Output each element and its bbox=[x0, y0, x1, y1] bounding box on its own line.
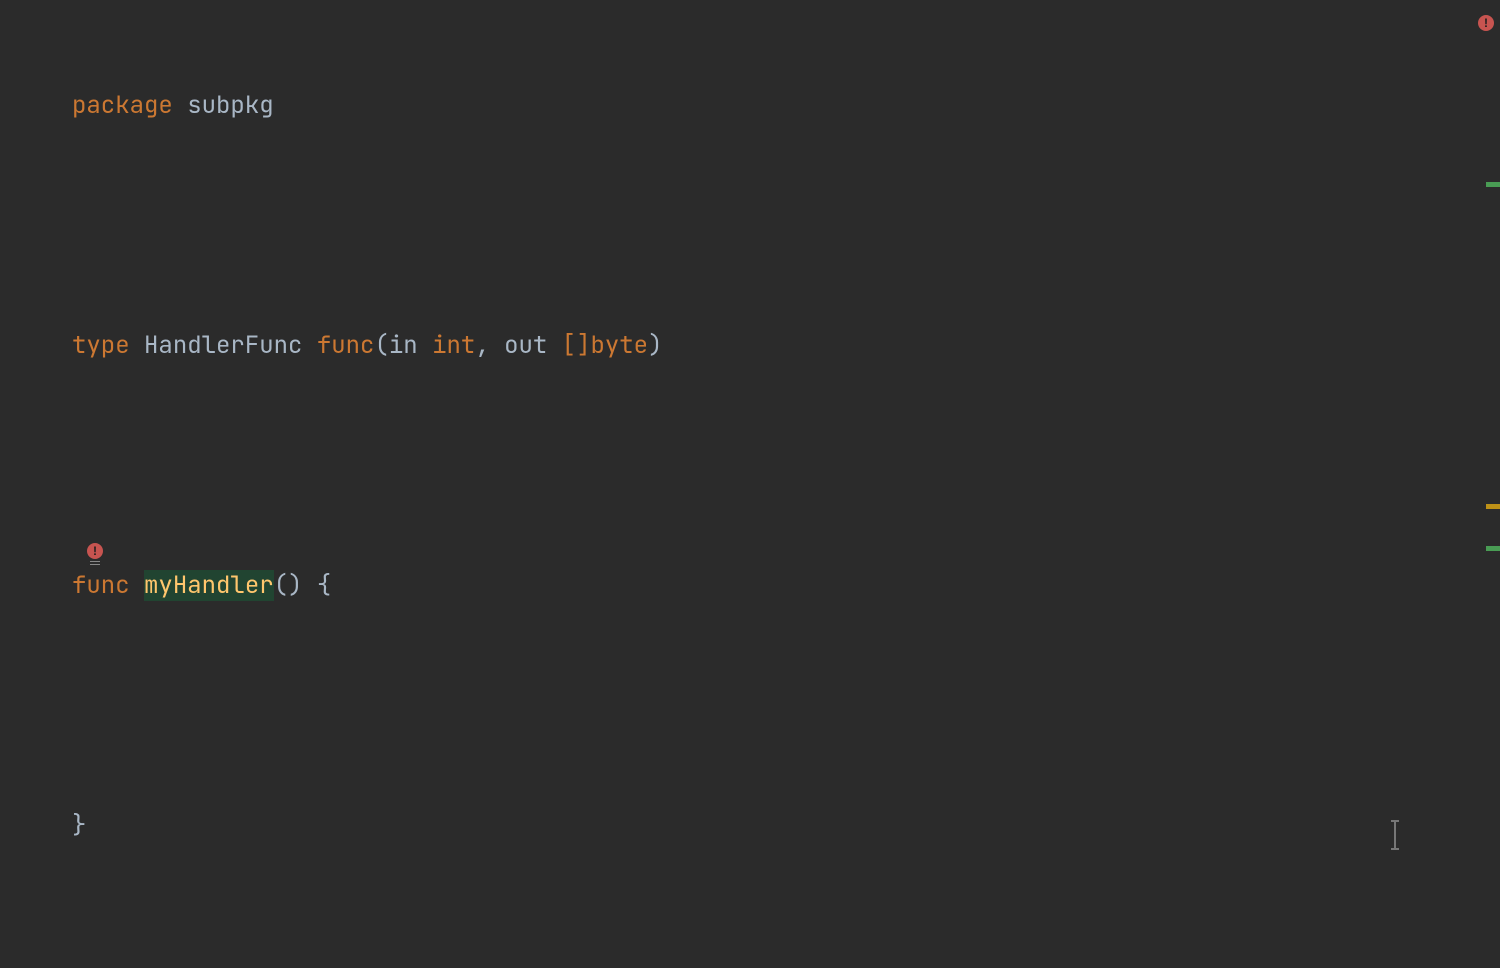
param: out bbox=[504, 330, 547, 361]
code-line[interactable] bbox=[72, 686, 1472, 726]
keyword: func bbox=[72, 570, 130, 601]
code-area[interactable]: package subpkg type HandlerFunc func(in … bbox=[72, 6, 1472, 968]
analysis-error-indicator[interactable] bbox=[1478, 4, 1494, 35]
editor-gutter[interactable] bbox=[0, 0, 72, 968]
builtin-type: int bbox=[432, 330, 475, 361]
marker-stripe[interactable] bbox=[1486, 546, 1500, 551]
code-editor[interactable]: package subpkg type HandlerFunc func(in … bbox=[0, 0, 1500, 968]
bulb-lines-icon bbox=[90, 561, 100, 565]
param: in bbox=[389, 330, 418, 361]
type-name: HandlerFunc bbox=[144, 330, 302, 361]
code-text: () { bbox=[274, 570, 332, 601]
keyword: package bbox=[72, 90, 173, 121]
marker-stripe[interactable] bbox=[1486, 504, 1500, 509]
identifier: subpkg bbox=[187, 90, 273, 121]
func-name: myHandler bbox=[144, 570, 274, 601]
code-line[interactable] bbox=[72, 206, 1472, 246]
marker-stripe[interactable] bbox=[1486, 182, 1500, 187]
keyword: type bbox=[72, 330, 130, 361]
code-line[interactable]: package subpkg bbox=[72, 86, 1472, 126]
keyword: func bbox=[317, 330, 375, 361]
error-bulb-icon bbox=[87, 543, 103, 559]
text-cursor-icon bbox=[1394, 822, 1396, 848]
code-line[interactable]: } bbox=[72, 806, 1472, 846]
code-line[interactable] bbox=[72, 446, 1472, 486]
error-icon bbox=[1478, 15, 1494, 31]
code-line[interactable]: type HandlerFunc func(in int, out []byte… bbox=[72, 326, 1472, 366]
code-line[interactable] bbox=[72, 926, 1472, 966]
intention-bulb[interactable] bbox=[84, 532, 106, 565]
code-line[interactable]: func myHandler() { bbox=[72, 566, 1472, 606]
code-text: } bbox=[72, 810, 86, 841]
builtin-type: []byte bbox=[562, 330, 648, 361]
